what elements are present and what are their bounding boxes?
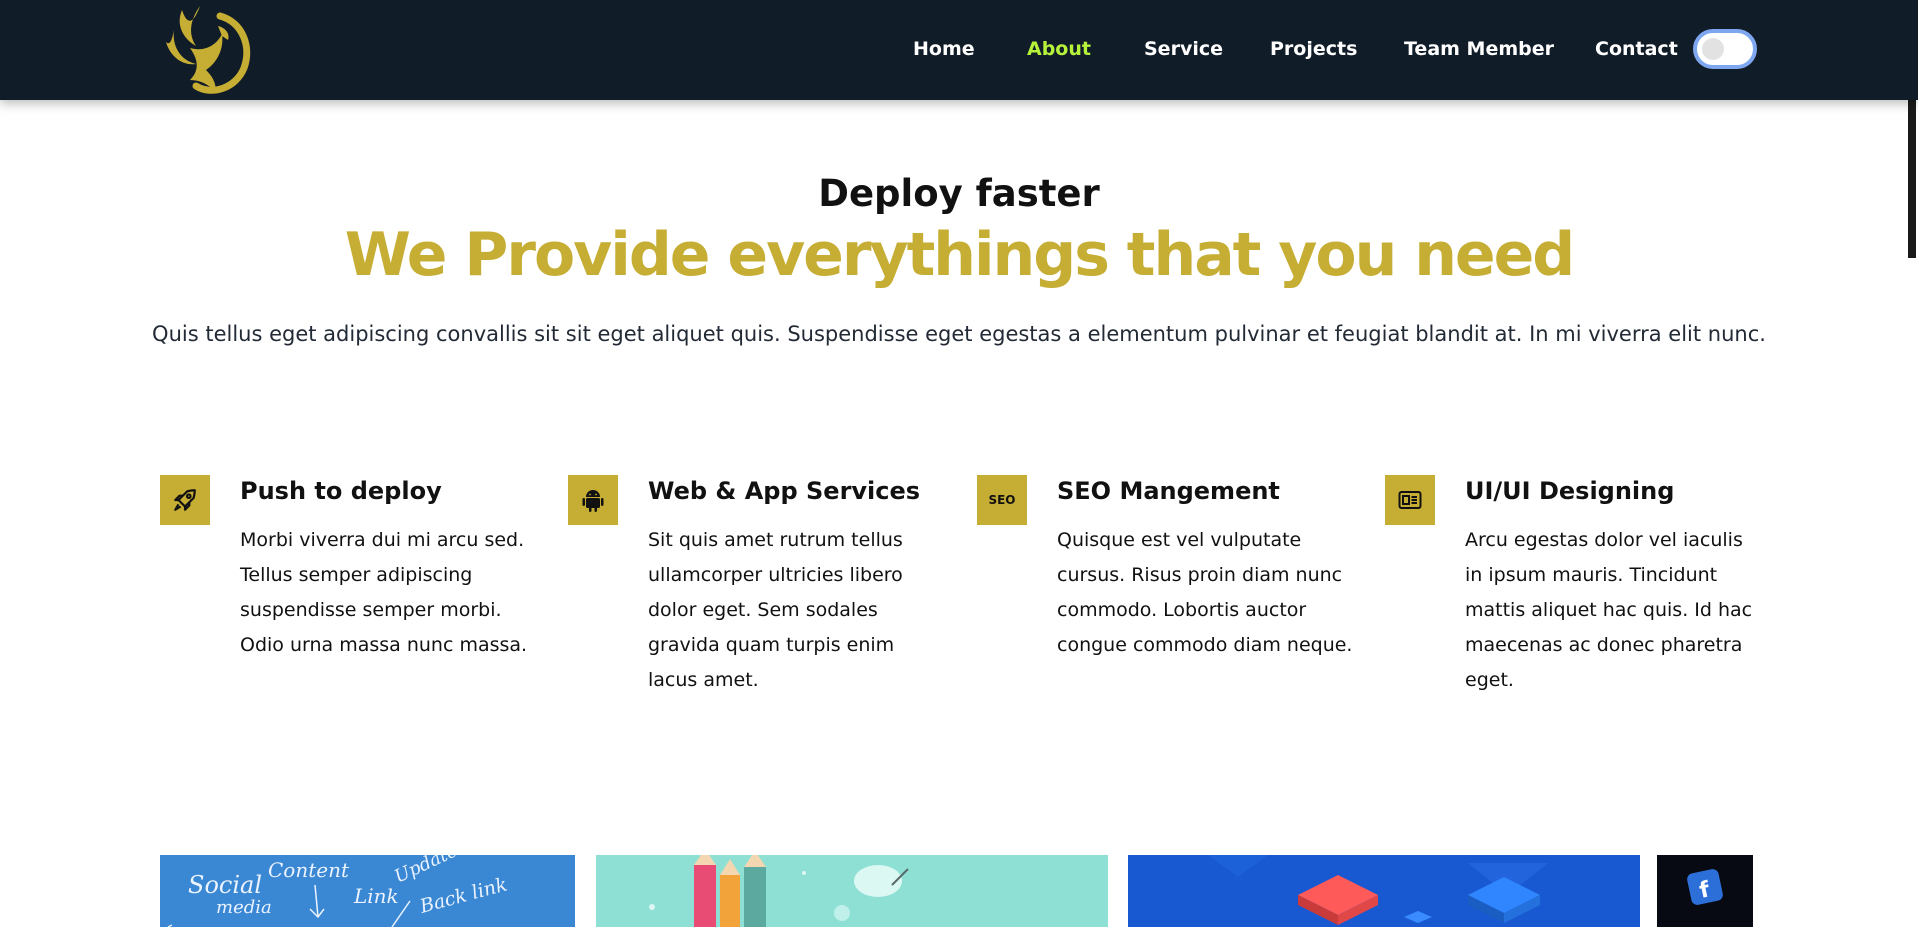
section-subtitle: Deploy faster (818, 172, 1100, 215)
theme-toggle[interactable] (1693, 29, 1757, 69)
section-intro: Quis tellus eget adipiscing convallis si… (152, 322, 1766, 346)
feature-text: Sit quis amet rutrum tellus ullamcorper … (648, 529, 903, 691)
nav-service[interactable]: Service (1144, 38, 1223, 60)
nav-contact[interactable]: Contact (1595, 38, 1678, 60)
feature-text: Quisque est vel vulputate cursus. Risus … (1057, 529, 1353, 656)
feature-title: SEO Mangement (1057, 477, 1280, 505)
seo-icon: SEO (977, 475, 1027, 525)
board-word: media (216, 897, 272, 918)
board-word: Update (391, 855, 460, 888)
seo-icon-label: SEO (988, 493, 1016, 507)
feature-title: UI/UI Designing (1465, 477, 1675, 505)
nav-projects[interactable]: Projects (1270, 38, 1357, 60)
nav-about[interactable]: About (1027, 38, 1091, 60)
phoenix-logo-icon[interactable] (160, 2, 256, 98)
board-word: Link (353, 884, 399, 908)
toggle-knob (1702, 38, 1724, 60)
rocket-icon (160, 475, 210, 525)
board-word: Content (268, 858, 350, 882)
nav-team-member[interactable]: Team Member (1404, 38, 1554, 60)
board-word: Social (188, 871, 262, 899)
feature-title: Push to deploy (240, 477, 442, 505)
gallery-image-social-media[interactable]: Social media Content Link Update Back li… (160, 855, 575, 927)
section-headline: We Provide everythings that you need (344, 220, 1576, 290)
navbar: Home About Service Projects Team Member … (0, 0, 1918, 100)
gallery-image-design-pencils[interactable] (596, 855, 1108, 927)
feature-title: Web & App Services (648, 477, 921, 505)
feature-text: Morbi viverra dui mi arcu sed. Tellus se… (240, 529, 528, 656)
page-scrollbar[interactable] (1906, 0, 1918, 927)
layout-icon (1385, 475, 1435, 525)
board-word: Back link (417, 873, 510, 918)
nav-home[interactable]: Home (913, 38, 975, 60)
android-icon (568, 475, 618, 525)
gallery-image-facebook[interactable]: f (1657, 855, 1753, 927)
feature-text: Arcu egestas dolor vel iaculis in ipsum … (1465, 529, 1753, 691)
gallery-image-isometric-apps[interactable] (1128, 855, 1640, 927)
